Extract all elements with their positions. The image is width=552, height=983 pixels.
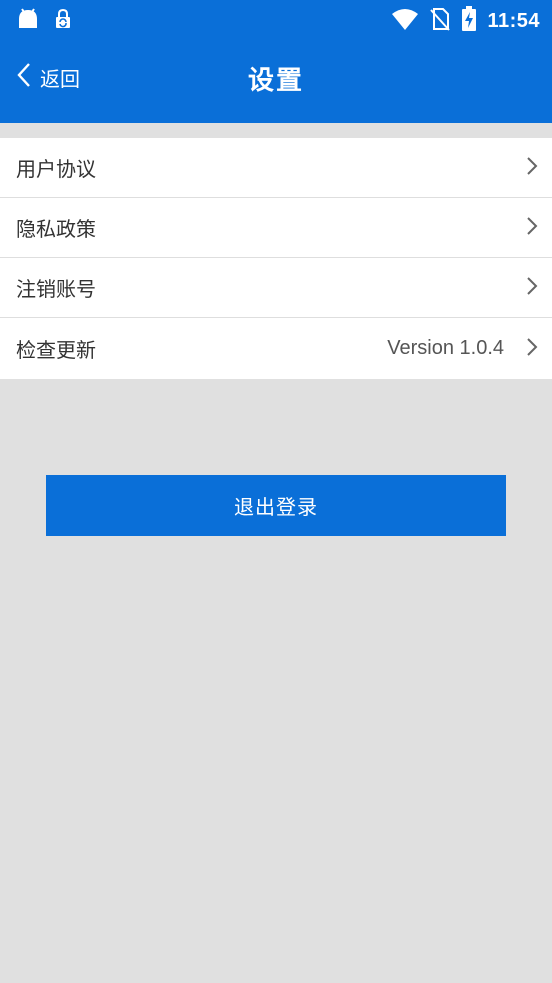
settings-list: 用户协议 隐私政策 注销账号 检查更新 Version 1.0.4 [0, 138, 552, 379]
status-right-icons: 11:54 [391, 6, 540, 36]
wifi-icon [391, 7, 419, 35]
logout-button[interactable]: 退出登录 [46, 475, 506, 536]
status-bar: 11:54 [0, 0, 552, 38]
status-left-icons [16, 8, 72, 34]
chevron-right-icon [526, 337, 538, 361]
version-value: Version 1.0.4 [387, 337, 504, 359]
no-sim-icon [429, 7, 451, 35]
status-time: 11:54 [487, 9, 540, 32]
menu-item-label: 用户协议 [16, 157, 96, 181]
lock-sync-icon [54, 8, 72, 33]
chevron-right-icon [526, 216, 538, 240]
battery-charging-icon [461, 6, 477, 36]
delete-account-item[interactable]: 注销账号 [0, 258, 552, 318]
android-icon [16, 8, 40, 34]
privacy-policy-item[interactable]: 隐私政策 [0, 198, 552, 258]
page-title: 设置 [247, 66, 304, 96]
app-bar: 返回 设置 [0, 38, 552, 123]
check-update-item[interactable]: 检查更新 Version 1.0.4 [0, 318, 552, 379]
menu-item-label: 检查更新 [16, 338, 96, 362]
menu-item-label: 注销账号 [16, 277, 96, 301]
menu-item-label: 隐私政策 [16, 217, 96, 241]
chevron-right-icon [526, 276, 538, 300]
chevron-right-icon [526, 156, 538, 180]
user-agreement-item[interactable]: 用户协议 [0, 138, 552, 198]
